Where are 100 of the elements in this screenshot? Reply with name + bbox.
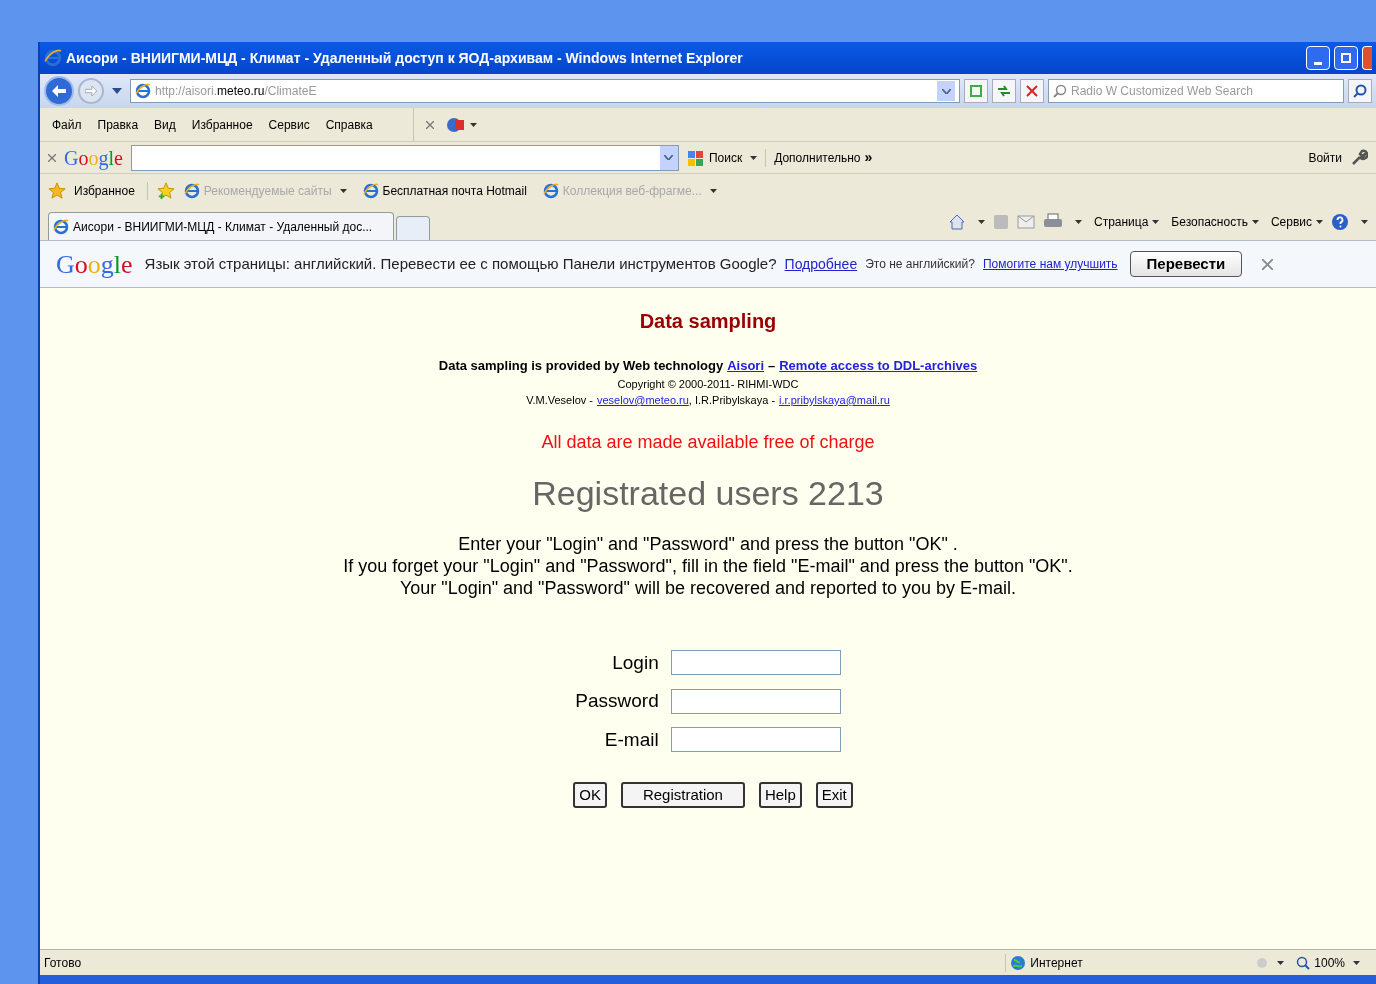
- form-button[interactable]: Registration: [620, 782, 745, 808]
- caret-icon[interactable]: [1353, 960, 1360, 965]
- more-link[interactable]: Подробнее: [784, 253, 858, 275]
- close-icon[interactable]: [425, 120, 434, 129]
- caret-icon[interactable]: [750, 155, 758, 160]
- field-label: Login: [611, 650, 659, 675]
- input-field[interactable]: [670, 688, 841, 714]
- home-icon[interactable]: [947, 213, 966, 231]
- menu-item[interactable]: Правка: [97, 115, 139, 134]
- improve-link[interactable]: Помогите нам улучшить: [982, 255, 1118, 273]
- form-button[interactable]: Exit: [815, 782, 853, 808]
- input-field[interactable]: [670, 650, 841, 676]
- search-icon: [1053, 84, 1067, 98]
- minimize-button[interactable]: [1306, 46, 1330, 70]
- caret-icon[interactable]: [977, 220, 985, 224]
- google-search-field[interactable]: [130, 144, 679, 171]
- history-caret-icon[interactable]: [112, 88, 122, 94]
- menu-item[interactable]: Файл: [52, 115, 82, 134]
- instruction-text: Your "Login" and "Password" will be recovered and reported to you by E-mail.: [399, 576, 1017, 599]
- ie-icon: [362, 183, 379, 199]
- caret-icon[interactable]: [469, 122, 477, 127]
- compatibility-button[interactable]: [964, 79, 988, 103]
- field-label: E-mail: [603, 727, 659, 752]
- users-count: Registrated users 2213: [532, 472, 884, 514]
- url-prefix: http://aisori.: [155, 83, 218, 100]
- caret-icon[interactable]: [1074, 220, 1082, 224]
- ie-icon: [135, 83, 151, 99]
- ie-icon: [542, 183, 559, 199]
- star-icon: [48, 182, 66, 200]
- zone-text: Интернет: [1030, 954, 1083, 972]
- page-heading: Data sampling: [639, 309, 777, 334]
- wrench-icon[interactable]: [1350, 148, 1368, 167]
- stop-button[interactable]: [1020, 79, 1044, 103]
- instruction-text: If you forget your "Login" and "Password", fill in the field "E-mail" and press the button "OK".: [343, 554, 1073, 577]
- translate-message: Язык этой страницы: английский. Перевести ее с помощью Панели инструментов Google?: [144, 253, 777, 274]
- author-text: , I.R.Pribylskaya -: [688, 393, 776, 408]
- google-squares-icon: [686, 148, 705, 167]
- ie-icon: [44, 49, 62, 67]
- back-button[interactable]: [44, 76, 74, 106]
- caret-icon[interactable]: [1152, 220, 1160, 224]
- form-button[interactable]: Help: [758, 782, 802, 808]
- dash-text: –: [768, 357, 776, 375]
- chevron-down-icon: [941, 88, 951, 94]
- google-logo: Google: [56, 248, 133, 281]
- search-button[interactable]: Поиск: [686, 148, 767, 167]
- input-field[interactable]: [670, 727, 841, 753]
- dropdown-button[interactable]: [659, 145, 678, 170]
- instruction-text: Enter your "Login" and "Password" and press the button "OK" .: [458, 532, 958, 555]
- add-favorite-icon[interactable]: [155, 182, 176, 200]
- caret-icon[interactable]: [1277, 960, 1285, 965]
- email-link[interactable]: veselov@meteo.ru: [597, 392, 689, 409]
- language-question: Это не английский?: [865, 256, 975, 273]
- browser-tab[interactable]: Аисори - ВНИИГМИ-МЦД - Климат - Удаленный дос...: [48, 212, 394, 240]
- zoom-icon[interactable]: [1296, 955, 1311, 970]
- search-button[interactable]: [1348, 79, 1372, 103]
- chevron-down-icon: [664, 155, 674, 160]
- more-button[interactable]: Дополнительно »: [774, 147, 873, 168]
- status-text: Готово: [43, 954, 83, 972]
- help-icon[interactable]: [1331, 213, 1349, 231]
- caret-icon[interactable]: [1316, 220, 1323, 224]
- caret-icon[interactable]: [1251, 220, 1259, 224]
- close-icon[interactable]: [48, 153, 56, 162]
- address-field[interactable]: http://aisori.meteo.ru/ClimateE: [130, 79, 960, 103]
- window-title: Аисори - ВНИИГМИ-МЦД - Климат - Удаленный доступ к ЯОД-архивам - Windows Internet Explorer: [66, 48, 744, 68]
- menu-item[interactable]: Избранное: [191, 115, 253, 134]
- caret-icon[interactable]: [1361, 220, 1368, 224]
- command-menu[interactable]: Страница: [1093, 213, 1160, 231]
- menu-item[interactable]: Вид: [154, 115, 176, 134]
- command-menu[interactable]: Сервис: [1270, 213, 1323, 231]
- translate-icon[interactable]: [445, 115, 466, 134]
- globe-icon: [1010, 954, 1027, 971]
- refresh-button[interactable]: [992, 79, 1016, 103]
- archive-link[interactable]: Remote access to DDL-archives: [779, 356, 978, 376]
- google-logo: Google: [64, 145, 123, 172]
- stop-icon: [1026, 85, 1038, 97]
- copyright-text: Copyright © 2000-2011- RIHMI-WDC: [617, 376, 799, 392]
- arrow-right-icon: [85, 86, 97, 96]
- free-notice: All data are made available free of charge: [541, 430, 875, 454]
- aisori-link[interactable]: Aisori: [727, 356, 764, 376]
- credit-text: Data sampling is provided by Web technology: [438, 357, 724, 375]
- close-button[interactable]: [1362, 46, 1372, 70]
- translate-button[interactable]: Перевести: [1129, 251, 1243, 277]
- menu-item[interactable]: Сервис: [268, 115, 310, 134]
- menu-item[interactable]: Справка: [325, 115, 373, 134]
- field-label: Password: [575, 689, 659, 713]
- author-text: V.M.Veselov -: [526, 393, 593, 408]
- email-link[interactable]: i.r.pribylskaya@mail.ru: [779, 392, 890, 409]
- url-domain: meteo.ru: [217, 83, 265, 100]
- dropdown-button[interactable]: [937, 81, 955, 101]
- zoom-level[interactable]: 100%: [1314, 953, 1345, 972]
- form-button[interactable]: OK: [573, 782, 607, 808]
- favorite-link[interactable]: Бесплатная почта Hotmail: [382, 182, 527, 200]
- command-menu[interactable]: Безопасность: [1171, 213, 1259, 231]
- signin-link[interactable]: Войти: [1308, 148, 1342, 167]
- ie-icon: [53, 218, 69, 235]
- arrow-left-icon: [52, 85, 66, 97]
- url-path: /ClimateE: [264, 83, 318, 100]
- close-icon[interactable]: [1262, 258, 1274, 270]
- favorites-button[interactable]: Избранное: [74, 182, 148, 200]
- restore-button[interactable]: [1334, 46, 1358, 70]
